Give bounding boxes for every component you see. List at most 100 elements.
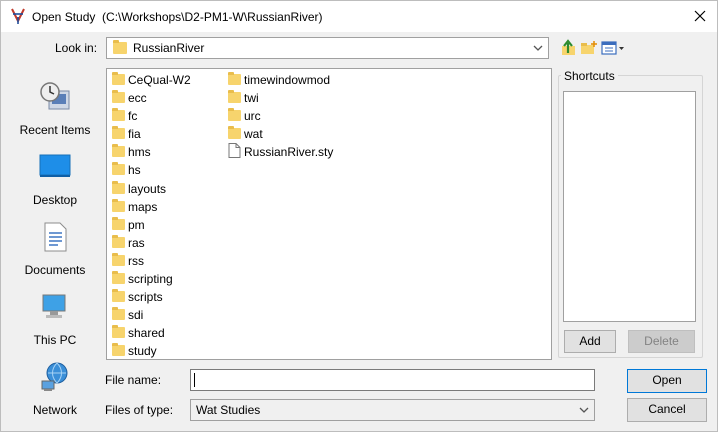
recent-items-icon	[40, 82, 70, 110]
up-folder-icon	[562, 39, 575, 55]
folder-icon	[228, 108, 241, 122]
list-item[interactable]: fc	[107, 107, 219, 125]
new-folder-button[interactable]	[579, 38, 599, 58]
cancel-button[interactable]: Cancel	[627, 398, 707, 422]
file-name: ras	[128, 235, 145, 250]
folder-icon	[112, 180, 125, 195]
file-name: sdi	[128, 308, 144, 323]
chevron-down-icon	[533, 45, 543, 51]
list-item[interactable]: ras	[107, 234, 219, 252]
folder-icon	[112, 325, 125, 339]
look-in-value: RussianRiver	[133, 41, 205, 55]
place-label: Desktop	[32, 193, 78, 207]
chevron-down-icon	[579, 407, 589, 413]
window-title-path: (C:\Workshops\D2-PM1-W\RussianRiver)	[102, 10, 323, 24]
file-name: ecc	[128, 91, 147, 106]
file-name: hms	[128, 145, 151, 160]
list-item[interactable]: rss	[107, 252, 219, 270]
list-item[interactable]: shared	[107, 324, 219, 342]
folder-icon	[112, 198, 125, 213]
view-list-icon	[601, 41, 624, 55]
list-item[interactable]: RussianRiver.sty	[223, 143, 363, 161]
app-logo-icon	[11, 8, 25, 24]
file-name: RussianRiver.sty	[244, 145, 334, 160]
place-recent-items[interactable]: Recent Items	[11, 81, 99, 147]
look-in-combo[interactable]: RussianRiver	[106, 37, 549, 59]
file-name-input[interactable]	[190, 369, 595, 391]
places-bar: Recent Items Desktop Documents This PC N…	[11, 71, 99, 421]
folder-icon	[112, 90, 125, 104]
folder-icon	[112, 289, 125, 303]
list-item[interactable]: CeQual-W2	[107, 71, 219, 89]
file-name: layouts	[128, 181, 167, 196]
files-of-type-combo[interactable]: Wat Studies	[190, 399, 595, 421]
file-name-label: File name:	[105, 373, 162, 387]
place-label: Network	[32, 403, 77, 417]
place-label: Recent Items	[19, 123, 91, 137]
folder-icon	[113, 40, 127, 54]
files-of-type-value: Wat Studies	[196, 403, 261, 417]
open-study-dialog: Open Study (C:\Workshops\D2-PM1-W\Russia…	[0, 0, 718, 432]
open-button[interactable]: Open	[627, 369, 707, 393]
folder-icon	[112, 72, 125, 86]
folder-icon	[112, 108, 125, 122]
file-name: fc	[128, 109, 138, 124]
file-name: pm	[128, 217, 145, 232]
file-name: study	[128, 344, 157, 359]
add-shortcut-button[interactable]: Add	[564, 330, 616, 353]
place-network[interactable]: Network	[11, 361, 99, 427]
list-item[interactable]: twi	[223, 89, 363, 107]
file-name: scripting	[128, 272, 173, 287]
folder-icon	[112, 252, 125, 267]
folder-icon	[112, 144, 125, 158]
view-menu-button[interactable]	[600, 38, 626, 58]
file-column-2: timewindowmod twi urc wat RussianRiver.s…	[223, 71, 363, 161]
list-item[interactable]: fia	[107, 125, 219, 143]
file-name: maps	[128, 199, 158, 214]
list-item[interactable]: wat	[223, 125, 363, 143]
list-item[interactable]: maps	[107, 198, 219, 216]
documents-icon	[44, 222, 67, 252]
look-in-label: Look in:	[55, 41, 98, 55]
file-name: twi	[244, 91, 259, 106]
file-name: wat	[244, 127, 263, 142]
delete-shortcut-button[interactable]: Delete	[628, 330, 695, 353]
file-name: CeQual-W2	[128, 73, 191, 87]
files-of-type-label: Files of type:	[105, 403, 174, 417]
list-item[interactable]: ecc	[107, 89, 219, 107]
this-pc-icon	[42, 294, 66, 318]
file-column-1: CeQual-W2 ecc fc fia hms hs layouts maps…	[107, 71, 219, 359]
list-item[interactable]: study	[107, 342, 219, 359]
list-item[interactable]: layouts	[107, 180, 219, 198]
place-documents[interactable]: Documents	[11, 221, 99, 287]
list-item[interactable]: urc	[223, 107, 363, 125]
up-one-level-button[interactable]	[559, 38, 579, 58]
place-this-pc[interactable]: This PC	[11, 291, 99, 357]
place-desktop[interactable]: Desktop	[11, 151, 99, 217]
list-item[interactable]: scripts	[107, 288, 219, 306]
folder-icon	[228, 72, 241, 86]
file-icon	[228, 143, 241, 159]
network-icon	[41, 362, 68, 391]
shortcuts-list[interactable]	[563, 91, 696, 322]
folder-icon	[112, 307, 125, 321]
list-item[interactable]: sdi	[107, 306, 219, 324]
folder-icon	[228, 90, 241, 104]
folder-icon	[112, 343, 125, 357]
title-bar: Open Study (C:\Workshops\D2-PM1-W\Russia…	[1, 1, 717, 32]
list-item[interactable]: pm	[107, 216, 219, 234]
text-caret	[194, 373, 195, 387]
list-item[interactable]: hms	[107, 143, 219, 161]
shortcuts-title: Shortcuts	[561, 69, 618, 83]
list-item[interactable]: scripting	[107, 270, 219, 288]
list-item[interactable]: timewindowmod	[223, 71, 363, 89]
close-button[interactable]	[685, 3, 715, 29]
file-name: rss	[128, 253, 144, 268]
folder-icon	[112, 271, 125, 285]
list-item[interactable]: hs	[107, 161, 219, 179]
place-label: Documents	[24, 263, 86, 277]
file-list[interactable]: CeQual-W2 ecc fc fia hms hs layouts maps…	[106, 68, 552, 360]
window-title: Open Study (C:\Workshops\D2-PM1-W\Russia…	[32, 10, 323, 24]
file-name: hs	[128, 163, 141, 178]
file-name: fia	[128, 127, 141, 142]
